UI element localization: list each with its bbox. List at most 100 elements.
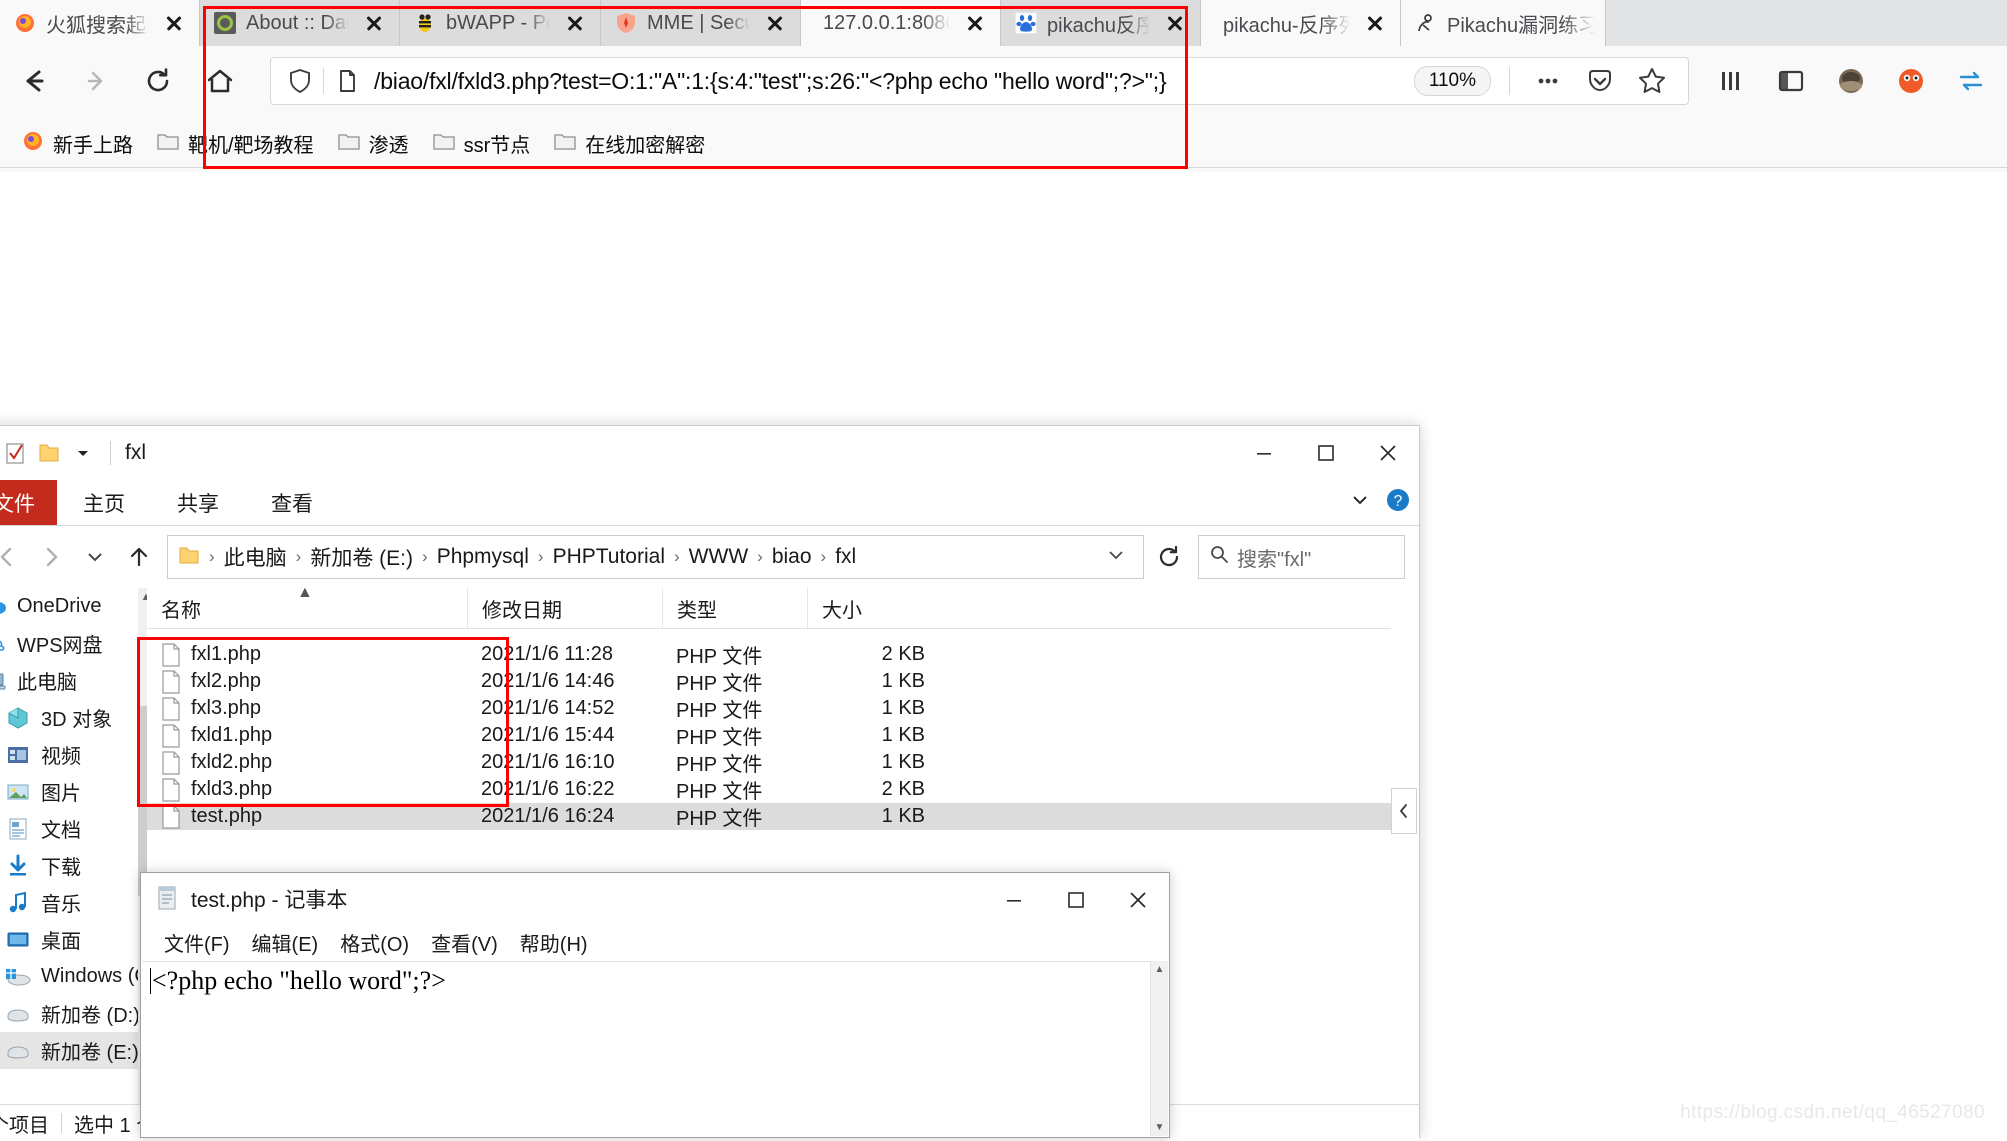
nav-item-desktop[interactable]: 桌面 [0, 921, 146, 958]
close-icon[interactable] [359, 8, 389, 38]
notepad-text-area[interactable]: <?php echo "hello word";?> [142, 961, 1151, 1136]
column-header-type[interactable]: 类型 [662, 588, 807, 628]
page-actions-icon[interactable] [1528, 61, 1568, 101]
bookmark-star-icon[interactable] [1632, 61, 1672, 101]
nav-item-videos[interactable]: 视频 [0, 736, 146, 773]
menu-item-view[interactable]: 查看(V) [420, 928, 509, 957]
address-bar[interactable]: /biao/fxl/fxld3.php?test=O:1:"A":1:{s:4:… [270, 57, 1689, 105]
table-row[interactable]: fxld1.php 2021/1/6 15:44 PHP 文件 1 KB [147, 722, 1391, 749]
browser-tab-6[interactable]: pikachu-反序列化漏洞 [1201, 0, 1401, 46]
breadcrumb[interactable]: › 此电脑 › 新加卷 (E:) › Phpmysql › PHPTutoria… [167, 535, 1144, 579]
back-button[interactable] [6, 53, 62, 109]
sidebar-icon[interactable] [1765, 53, 1817, 109]
breadcrumb-item-2[interactable]: Phpmysql [433, 545, 533, 569]
bookmark-item-2[interactable]: 渗透 [326, 123, 421, 163]
maximize-icon[interactable] [1295, 426, 1357, 480]
back-button[interactable] [0, 535, 29, 579]
table-row[interactable]: fxl2.php 2021/1/6 14:46 PHP 文件 1 KB [147, 668, 1391, 695]
bookmark-item-4[interactable]: 在线加密解密 [542, 123, 717, 163]
menu-item-format[interactable]: 格式(O) [329, 928, 420, 957]
notepad-vertical-scrollbar[interactable]: ▲ ▼ [1150, 961, 1168, 1136]
recent-locations-chevron-icon[interactable] [73, 535, 117, 579]
menu-item-help[interactable]: 帮助(H) [509, 928, 599, 957]
ribbon-tab-view[interactable]: 查看 [245, 480, 339, 525]
library-icon[interactable] [1705, 53, 1757, 109]
save-to-pocket-icon[interactable] [1580, 61, 1620, 101]
url-text[interactable]: /biao/fxl/fxld3.php?test=O:1:"A":1:{s:4:… [366, 68, 1414, 95]
nav-item-wps-cloud[interactable]: WPS网盘 [0, 625, 146, 662]
browser-tab-4[interactable]: 127.0.0.1:8086/biao/f [801, 0, 1001, 46]
nav-item-this-pc[interactable]: 此电脑 [0, 662, 146, 699]
tracking-protection-shield-icon[interactable] [281, 62, 319, 100]
collapse-preview-pane-button[interactable] [1391, 788, 1417, 834]
column-header-name[interactable]: 名称 ▲ [147, 588, 467, 628]
browser-tab-1[interactable]: About :: Damn Vu [200, 0, 400, 46]
close-icon[interactable] [159, 8, 189, 38]
nav-item-volume-e[interactable]: 新加卷 (E:) [0, 1032, 146, 1069]
ribbon-tab-share[interactable]: 共享 [151, 480, 245, 525]
extension-icon[interactable] [1885, 53, 1937, 109]
table-row[interactable]: test.php 2021/1/6 16:24 PHP 文件 1 KB [147, 803, 1391, 830]
breadcrumb-dropdown-icon[interactable] [1097, 548, 1135, 566]
sync-icon[interactable] [1945, 53, 1997, 109]
browser-tab-0[interactable]: 火狐搜索起始页 [0, 0, 200, 46]
breadcrumb-item-5[interactable]: biao [768, 545, 816, 569]
close-icon[interactable] [1160, 8, 1190, 38]
nav-item-documents[interactable]: 文档 [0, 810, 146, 847]
close-icon[interactable] [1357, 426, 1419, 480]
nav-item-3d-objects[interactable]: 3D 对象 [0, 699, 146, 736]
minimize-icon[interactable] [1233, 426, 1295, 480]
ribbon-tab-home[interactable]: 主页 [57, 480, 151, 525]
scroll-down-arrow-icon[interactable]: ▼ [1151, 1119, 1168, 1136]
ribbon-expand-chevron-icon[interactable] [1349, 489, 1371, 516]
browser-tab-2[interactable]: bWAPP - Portal [400, 0, 601, 46]
browser-tab-3[interactable]: MME | Security A [601, 0, 801, 46]
page-info-icon[interactable] [328, 62, 366, 100]
nav-item-windows-c[interactable]: Windows (C:) [0, 958, 146, 995]
breadcrumb-item-1[interactable]: 新加卷 (E:) [306, 542, 417, 572]
browser-tab-5[interactable]: pikachu反序列化漏 [1001, 0, 1201, 46]
checkbox-icon[interactable] [0, 436, 32, 470]
minimize-icon[interactable] [983, 873, 1045, 927]
maximize-icon[interactable] [1045, 873, 1107, 927]
home-button[interactable] [192, 53, 248, 109]
reload-button[interactable] [130, 53, 186, 109]
table-row[interactable]: fxld3.php 2021/1/6 16:22 PHP 文件 2 KB [147, 776, 1391, 803]
search-input[interactable]: 搜索"fxl" [1198, 535, 1405, 579]
nav-item-downloads[interactable]: 下载 [0, 847, 146, 884]
close-icon[interactable] [1107, 873, 1169, 927]
nav-item-onedrive[interactable]: OneDrive [0, 588, 146, 625]
breadcrumb-item-4[interactable]: WWW [685, 545, 752, 569]
forward-button[interactable] [68, 53, 124, 109]
breadcrumb-item-0[interactable]: 此电脑 [220, 542, 291, 572]
table-row[interactable]: fxl3.php 2021/1/6 14:52 PHP 文件 1 KB [147, 695, 1391, 722]
bookmark-item-1[interactable]: 靶机/靶场教程 [145, 123, 326, 163]
menu-item-edit[interactable]: 编辑(E) [241, 928, 330, 957]
close-icon[interactable] [1360, 8, 1390, 38]
bookmark-item-3[interactable]: ssr节点 [421, 123, 543, 163]
zoom-level-badge[interactable]: 110% [1413, 66, 1491, 96]
menu-item-file[interactable]: 文件(F) [153, 928, 241, 957]
table-row[interactable]: fxl1.php 2021/1/6 11:28 PHP 文件 2 KB [147, 641, 1391, 668]
refresh-button[interactable] [1144, 535, 1194, 579]
column-header-date[interactable]: 修改日期 [467, 588, 662, 628]
help-icon[interactable]: ? [1385, 487, 1411, 518]
nav-item-pictures[interactable]: 图片 [0, 773, 146, 810]
scroll-up-arrow-icon[interactable]: ▲ [1151, 961, 1168, 978]
up-button[interactable] [117, 535, 161, 579]
browser-tab-7[interactable]: Pikachu漏洞练习 [1401, 0, 1606, 46]
close-icon[interactable] [560, 8, 590, 38]
close-icon[interactable] [760, 8, 790, 38]
breadcrumb-item-3[interactable]: PHPTutorial [549, 545, 669, 569]
close-icon[interactable] [960, 8, 990, 38]
chevron-down-icon[interactable] [66, 436, 100, 470]
forward-button[interactable] [29, 535, 73, 579]
account-avatar-icon[interactable] [1825, 53, 1877, 109]
nav-item-music[interactable]: 音乐 [0, 884, 146, 921]
folder-icon[interactable] [32, 436, 66, 470]
breadcrumb-item-6[interactable]: fxl [831, 545, 860, 569]
table-row[interactable]: fxld2.php 2021/1/6 16:10 PHP 文件 1 KB [147, 749, 1391, 776]
column-header-size[interactable]: 大小 [807, 588, 927, 628]
nav-item-volume-d[interactable]: 新加卷 (D:) [0, 995, 146, 1032]
bookmark-item-0[interactable]: 新手上路 [10, 123, 145, 163]
